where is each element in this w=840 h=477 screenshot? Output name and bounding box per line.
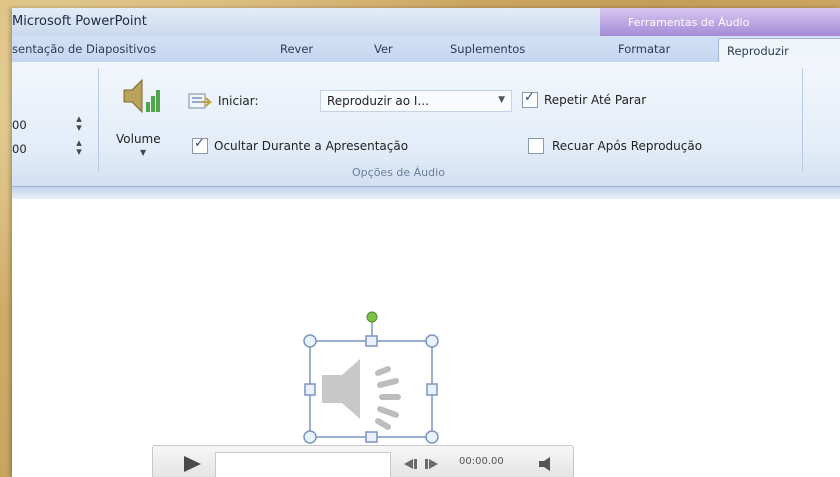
slide-pane-border bbox=[12, 187, 840, 199]
speaker-icon bbox=[322, 359, 360, 419]
mute-icon[interactable] bbox=[537, 456, 559, 472]
spinner-top-value[interactable]: 00 bbox=[12, 118, 27, 132]
hide-during-show-label: Ocultar Durante a Apresentação bbox=[214, 139, 409, 153]
tab-formatar[interactable]: Formatar bbox=[618, 42, 670, 56]
rewind-label: Recuar Após Reprodução bbox=[552, 139, 703, 153]
spinner-bottom-value[interactable]: 00 bbox=[12, 142, 27, 156]
volume-icon[interactable] bbox=[120, 74, 164, 118]
contextual-group-label: Ferramentas de Áudio bbox=[628, 16, 750, 29]
group-separator-right bbox=[802, 68, 803, 172]
ribbon-tab-bar: sentação de Diapositivos Rever Ver Suple… bbox=[12, 36, 840, 63]
rotate-handle bbox=[366, 311, 378, 323]
start-icon bbox=[188, 93, 212, 109]
seek-buttons[interactable] bbox=[403, 458, 443, 470]
app-title: Microsoft PowerPoint bbox=[12, 14, 147, 29]
tab-suplementos[interactable]: Suplementos bbox=[450, 42, 525, 56]
repeat-label: Repetir Até Parar bbox=[544, 93, 647, 107]
rewind-checkbox[interactable] bbox=[528, 138, 544, 154]
contextual-tab-group: Ferramentas de Áudio bbox=[600, 8, 840, 36]
slide-canvas[interactable]: 00:00.00 bbox=[12, 187, 840, 477]
group-separator bbox=[98, 68, 99, 172]
start-dropdown[interactable]: Reproduzir ao I... ▼ bbox=[320, 90, 512, 112]
media-player-bar: 00:00.00 bbox=[152, 445, 574, 477]
sound-waves-icon bbox=[375, 366, 401, 430]
ribbon: 00 ▴ ▾ 00 ▴ ▾ Volume ▼ Iniciar: Reproduzir… bbox=[12, 62, 840, 187]
tab-ver[interactable]: Ver bbox=[374, 42, 393, 56]
time-display: 00:00.00 bbox=[459, 456, 504, 467]
volume-button-label[interactable]: Volume bbox=[116, 132, 161, 146]
chevron-down-icon: ▼ bbox=[498, 95, 505, 105]
spinner-top-arrows[interactable]: ▴ ▾ bbox=[72, 113, 86, 133]
repeat-checkbox[interactable] bbox=[522, 90, 538, 108]
play-icon[interactable] bbox=[181, 454, 203, 474]
tab-apresentacao[interactable]: sentação de Diapositivos bbox=[12, 42, 156, 56]
title-bar: Microsoft PowerPoint Ferramentas de Áudi… bbox=[12, 8, 840, 36]
start-dropdown-value: Reproduzir ao I... bbox=[327, 94, 429, 108]
audio-options-group-label: Opções de Áudio bbox=[352, 166, 445, 179]
powerpoint-window: Microsoft PowerPoint Ferramentas de Áudi… bbox=[12, 8, 840, 477]
spinner-bottom-arrows[interactable]: ▴ ▾ bbox=[72, 137, 86, 157]
volume-dropdown-arrow[interactable]: ▼ bbox=[140, 148, 146, 157]
tab-reproduzir-label: Reproduzir bbox=[727, 44, 789, 58]
tab-rever[interactable]: Rever bbox=[280, 42, 313, 56]
audio-object[interactable] bbox=[292, 303, 452, 453]
progress-bar[interactable] bbox=[215, 452, 391, 477]
hide-during-show-checkbox[interactable] bbox=[192, 136, 208, 154]
tab-reproduzir[interactable]: Reproduzir bbox=[718, 38, 840, 63]
start-label: Iniciar: bbox=[218, 94, 259, 108]
